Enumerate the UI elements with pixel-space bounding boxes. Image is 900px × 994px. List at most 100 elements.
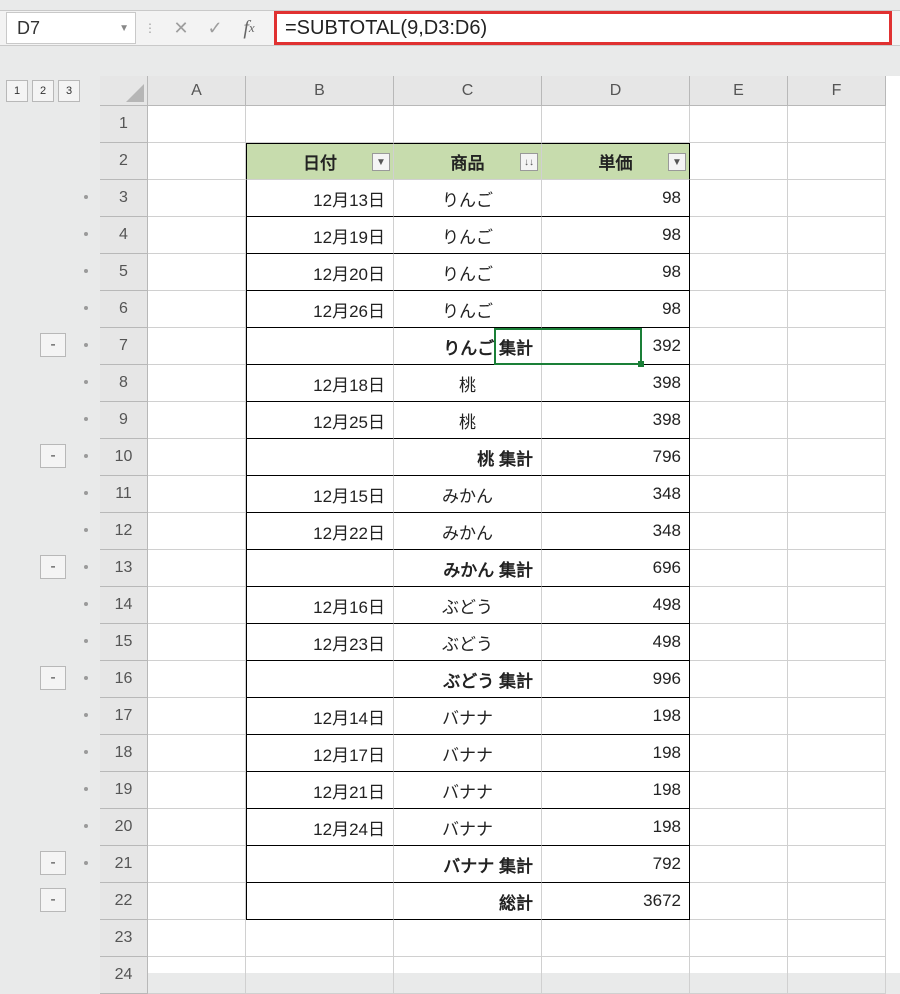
header-cell-product[interactable]: 商品↓↓	[394, 143, 542, 180]
cancel-formula-button[interactable]: ✕	[164, 12, 198, 44]
cell[interactable]	[788, 587, 886, 624]
cell-date[interactable]: 12月23日	[246, 624, 394, 661]
cell[interactable]	[788, 809, 886, 846]
cell[interactable]	[788, 439, 886, 476]
cell[interactable]	[788, 772, 886, 809]
cell[interactable]	[788, 254, 886, 291]
cell-product[interactable]: りんご	[394, 217, 542, 254]
cell-product[interactable]: 桃	[394, 365, 542, 402]
cell[interactable]	[690, 328, 788, 365]
row-header[interactable]: 1	[100, 106, 148, 143]
cell-price[interactable]: 198	[542, 698, 690, 735]
cell[interactable]	[394, 957, 542, 994]
cell-date[interactable]: 12月13日	[246, 180, 394, 217]
cell[interactable]	[690, 698, 788, 735]
column-header-E[interactable]: E	[690, 76, 788, 106]
cell-product[interactable]: りんご	[394, 254, 542, 291]
cell[interactable]	[788, 661, 886, 698]
cell-date[interactable]	[246, 328, 394, 365]
cell[interactable]	[394, 920, 542, 957]
cell-date[interactable]: 12月25日	[246, 402, 394, 439]
cell[interactable]	[148, 217, 246, 254]
outline-level-2-button[interactable]: 2	[32, 80, 54, 102]
cell-product[interactable]: 桃 集計	[394, 439, 542, 476]
row-header[interactable]: 20	[100, 809, 148, 846]
cell-date[interactable]: 12月26日	[246, 291, 394, 328]
cell-product[interactable]: みかん	[394, 476, 542, 513]
cell-date[interactable]: 12月16日	[246, 587, 394, 624]
cell[interactable]	[690, 587, 788, 624]
cell[interactable]	[788, 920, 886, 957]
cell-date[interactable]	[246, 550, 394, 587]
cell-price[interactable]: 198	[542, 772, 690, 809]
row-header[interactable]: 12	[100, 513, 148, 550]
cell[interactable]	[788, 513, 886, 550]
cell-date[interactable]: 12月15日	[246, 476, 394, 513]
cell-date[interactable]: 12月21日	[246, 772, 394, 809]
cell-price[interactable]: 198	[542, 735, 690, 772]
row-header[interactable]: 22	[100, 883, 148, 920]
cell[interactable]	[788, 698, 886, 735]
cell-product[interactable]: りんご 集計	[394, 328, 542, 365]
worksheet-grid[interactable]: A B C D E F 1234567891011121314151617181…	[100, 76, 900, 973]
cell[interactable]	[690, 550, 788, 587]
cell[interactable]	[690, 846, 788, 883]
cell[interactable]	[148, 513, 246, 550]
cell[interactable]	[788, 476, 886, 513]
cell[interactable]	[690, 920, 788, 957]
row-header[interactable]: 13	[100, 550, 148, 587]
formula-input[interactable]: =SUBTOTAL(9,D3:D6)	[274, 11, 892, 45]
cell[interactable]	[148, 291, 246, 328]
cell[interactable]	[542, 957, 690, 994]
cell-date[interactable]	[246, 883, 394, 920]
cell[interactable]	[690, 624, 788, 661]
cell-date[interactable]: 12月14日	[246, 698, 394, 735]
select-all-button[interactable]	[100, 76, 148, 106]
cell-date[interactable]: 12月17日	[246, 735, 394, 772]
outline-collapse-button[interactable]: -	[40, 555, 66, 579]
row-header[interactable]: 16	[100, 661, 148, 698]
cell[interactable]	[148, 587, 246, 624]
outline-level-1-button[interactable]: 1	[6, 80, 28, 102]
cell[interactable]	[690, 180, 788, 217]
cell[interactable]	[148, 772, 246, 809]
cell-date[interactable]: 12月18日	[246, 365, 394, 402]
cell-date[interactable]: 12月20日	[246, 254, 394, 291]
outline-collapse-button[interactable]: -	[40, 888, 66, 912]
cell-price[interactable]: 498	[542, 624, 690, 661]
column-header-F[interactable]: F	[788, 76, 886, 106]
filter-button[interactable]: ▼	[668, 153, 686, 171]
cell[interactable]	[788, 735, 886, 772]
cell[interactable]	[788, 957, 886, 994]
cell-product[interactable]: みかん	[394, 513, 542, 550]
cell[interactable]	[788, 291, 886, 328]
cell-date[interactable]	[246, 846, 394, 883]
cell[interactable]	[690, 402, 788, 439]
header-cell-price[interactable]: 単価▼	[542, 143, 690, 180]
cell[interactable]	[148, 809, 246, 846]
cell-price[interactable]: 996	[542, 661, 690, 698]
column-header-C[interactable]: C	[394, 76, 542, 106]
row-header[interactable]: 17	[100, 698, 148, 735]
cell[interactable]	[788, 883, 886, 920]
row-header[interactable]: 19	[100, 772, 148, 809]
name-box[interactable]: D7 ▼	[6, 12, 136, 44]
row-header[interactable]: 10	[100, 439, 148, 476]
cell[interactable]	[246, 957, 394, 994]
row-header[interactable]: 6	[100, 291, 148, 328]
row-header[interactable]: 18	[100, 735, 148, 772]
cell[interactable]	[690, 365, 788, 402]
outline-collapse-button[interactable]: -	[40, 851, 66, 875]
cell[interactable]	[690, 217, 788, 254]
row-header[interactable]: 24	[100, 957, 148, 994]
cell[interactable]	[148, 476, 246, 513]
cell[interactable]	[394, 106, 542, 143]
cell[interactable]	[148, 106, 246, 143]
cell[interactable]	[148, 661, 246, 698]
cell-product[interactable]: 桃	[394, 402, 542, 439]
cell[interactable]	[788, 550, 886, 587]
cell-product[interactable]: みかん 集計	[394, 550, 542, 587]
cell-date[interactable]	[246, 439, 394, 476]
outline-collapse-button[interactable]: -	[40, 444, 66, 468]
cell[interactable]	[148, 957, 246, 994]
